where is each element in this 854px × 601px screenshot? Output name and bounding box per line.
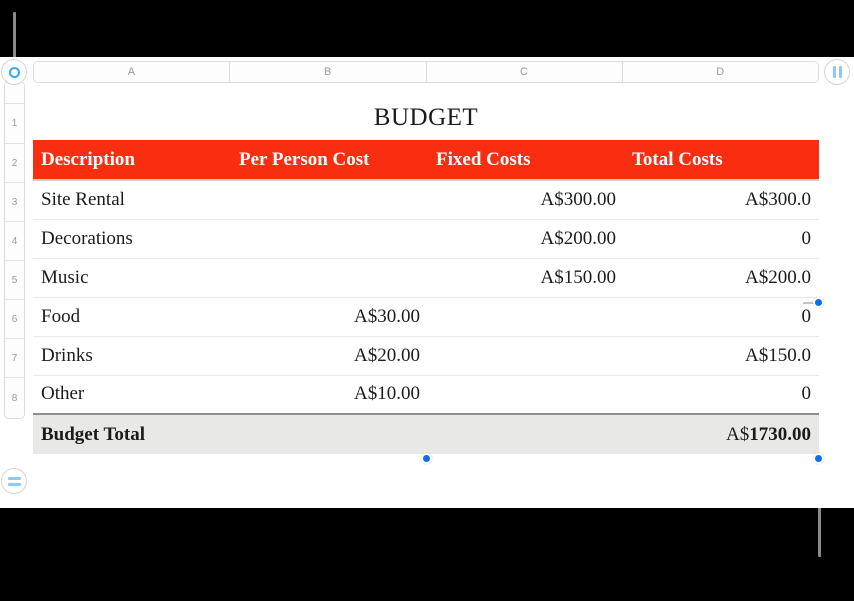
table-header-fixed-costs[interactable]: Fixed Costs [428,140,624,180]
row-header-bar[interactable]: 1 2 3 4 5 6 7 8 [4,81,25,419]
column-header-c[interactable]: C [426,62,623,82]
cell-fixed[interactable]: A$200.00 [428,219,624,259]
cell-per-person[interactable]: A$10.00 [231,375,428,415]
column-header-b[interactable]: B [230,62,427,82]
table-header-row: Description Per Person Cost Fixed Costs … [33,140,819,180]
cell-total[interactable]: 0 [624,219,819,259]
cell-fixed[interactable] [428,375,624,415]
table-row[interactable]: Decorations A$200.00 0 [33,219,819,259]
table-select-corner-button[interactable] [1,59,27,85]
circle-ring-icon [8,66,20,78]
cell-fixed[interactable] [428,297,624,337]
cell-description[interactable]: Decorations [33,219,231,259]
cell-fixed[interactable]: A$300.00 [428,179,624,220]
budget-total-value: 1730.00 [749,423,811,445]
cell-per-person[interactable]: A$20.00 [231,336,428,376]
row-header-3[interactable]: 3 [5,183,24,222]
table-row[interactable]: Food A$30.00 0 [33,297,819,337]
table-header-total-costs[interactable]: Total Costs [624,140,819,180]
cell-per-person[interactable] [231,258,428,298]
table-row[interactable]: Site Rental A$300.00 A$300.0 [33,179,819,220]
resize-handle-bottom[interactable] [421,453,432,464]
cell-description[interactable]: Drinks [33,336,231,376]
cell-description[interactable]: Food [33,297,231,337]
column-header-d[interactable]: D [622,62,818,82]
cell-budget-total-amount[interactable]: A$1730.00 [624,413,819,454]
row-header-7[interactable]: 7 [5,339,24,378]
cell-fixed[interactable]: A$150.00 [428,258,624,298]
add-row-button[interactable] [1,468,27,494]
cell-per-person[interactable] [231,219,428,259]
cell-total[interactable]: 0 [624,375,819,415]
cell-total-fixed[interactable] [428,413,624,454]
row-header-6[interactable]: 6 [5,300,24,339]
horizontal-bars-icon [7,476,21,486]
table-row[interactable]: Music A$150.00 A$200.0 [33,258,819,298]
cell-total-label[interactable]: Budget Total [33,413,231,454]
cell-total-per-person[interactable] [231,413,428,454]
row-header-4[interactable]: 4 [5,222,24,261]
budget-table[interactable]: Description Per Person Cost Fixed Costs … [33,140,819,454]
cell-description[interactable]: Other [33,375,231,415]
row-header-5[interactable]: 5 [5,261,24,300]
table-row[interactable]: Other A$10.00 0 [33,375,819,415]
row-header-8[interactable]: 8 [5,378,24,418]
page-title[interactable]: BUDGET [33,104,819,132]
table-row[interactable]: Drinks A$20.00 A$150.0 [33,336,819,376]
table-total-row[interactable]: Budget Total A$1730.00 [33,413,819,454]
table-header-description[interactable]: Description [33,140,231,180]
cell-per-person[interactable] [231,179,428,220]
add-column-button[interactable] [824,59,850,85]
cell-description[interactable]: Music [33,258,231,298]
row-header-2[interactable]: 2 [5,144,24,183]
resize-handle-right[interactable] [813,297,824,308]
resize-handle-corner[interactable] [813,453,824,464]
cell-total[interactable]: 0 [624,297,819,337]
screen: A B C D 1 2 3 4 5 6 7 8 BUDGET Descripti… [0,0,854,601]
cell-per-person[interactable]: A$30.00 [231,297,428,337]
vertical-bars-icon [832,66,842,78]
cell-total[interactable]: A$150.0 [624,336,819,376]
cell-total[interactable]: A$200.0 [624,258,819,298]
currency-prefix: A$ [726,423,750,445]
column-header-a[interactable]: A [34,62,231,82]
row-header-spacer [5,82,24,104]
drag-guide-line-top [13,12,16,62]
cell-description[interactable]: Site Rental [33,179,231,220]
cell-total[interactable]: A$300.0 [624,179,819,220]
column-header-bar[interactable]: A B C D [33,61,819,83]
cell-fixed[interactable] [428,336,624,376]
table-header-per-person-cost[interactable]: Per Person Cost [231,140,428,180]
row-header-1[interactable]: 1 [5,104,24,144]
